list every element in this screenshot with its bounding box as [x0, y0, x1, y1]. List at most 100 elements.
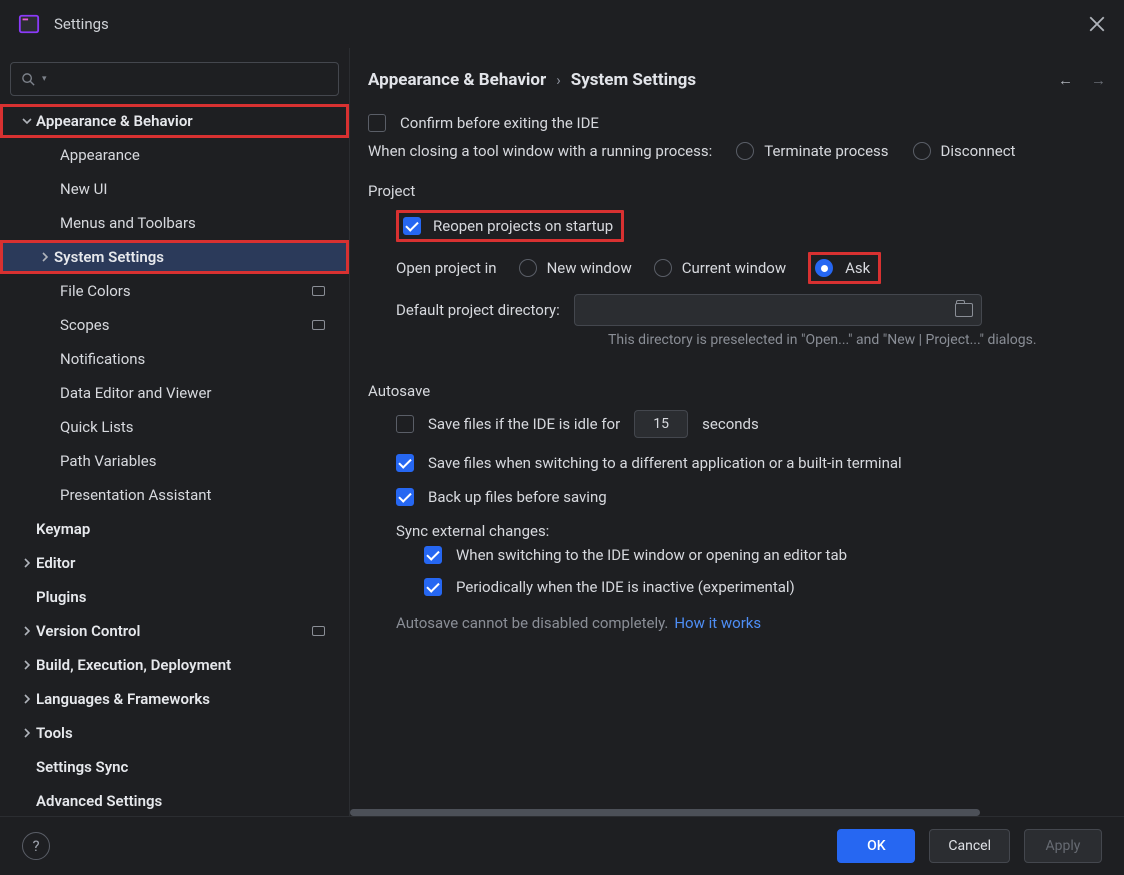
- tree-item-tools[interactable]: Tools: [0, 716, 349, 750]
- sync-periodic-label: Periodically when the IDE is inactive (e…: [456, 578, 795, 596]
- tree-item-scopes[interactable]: Scopes: [0, 308, 349, 342]
- tree-item-presentation-assistant[interactable]: Presentation Assistant: [0, 478, 349, 512]
- confirm-exit-label: Confirm before exiting the IDE: [400, 114, 599, 132]
- tree-item-label: Tools: [36, 724, 73, 742]
- reopen-label: Reopen projects on startup: [433, 217, 613, 235]
- closing-prompt-label: When closing a tool window with a runnin…: [368, 142, 712, 160]
- search-box[interactable]: ▾: [10, 62, 339, 96]
- tree-item-label: Editor: [36, 554, 75, 572]
- tree-item-languages-frameworks[interactable]: Languages & Frameworks: [0, 682, 349, 716]
- sync-switch-checkbox[interactable]: [424, 546, 442, 564]
- chevron-down-icon: [22, 116, 32, 126]
- backup-label: Back up files before saving: [428, 488, 607, 506]
- horizontal-scrollbar[interactable]: [350, 809, 1124, 816]
- tree-item-appearance-behavior[interactable]: Appearance & Behavior: [0, 104, 349, 138]
- breadcrumb-leaf: System Settings: [571, 70, 696, 90]
- chevron-right-icon: [40, 252, 50, 262]
- tree-item-settings-sync[interactable]: Settings Sync: [0, 750, 349, 784]
- disconnect-label: Disconnect: [941, 142, 1016, 160]
- sync-periodic-checkbox[interactable]: [424, 578, 442, 596]
- current-window-radio[interactable]: [654, 259, 672, 277]
- backup-row[interactable]: Back up files before saving: [368, 488, 1124, 506]
- tree-item-advanced-settings[interactable]: Advanced Settings: [0, 784, 349, 816]
- confirm-exit-row[interactable]: Confirm before exiting the IDE: [368, 114, 1124, 132]
- tree-item-label: Presentation Assistant: [60, 486, 211, 504]
- ask-radio[interactable]: [815, 259, 833, 277]
- tree-item-label: Notifications: [60, 350, 145, 368]
- tree-item-label: File Colors: [60, 282, 131, 300]
- tree-item-label: Settings Sync: [36, 758, 128, 776]
- save-idle-row[interactable]: Save files if the IDE is idle for 15 sec…: [368, 410, 1124, 438]
- sync-switch-label: When switching to the IDE window or open…: [456, 546, 847, 564]
- tree-item-label: New UI: [60, 180, 107, 198]
- tree-item-version-control[interactable]: Version Control: [0, 614, 349, 648]
- tree-item-data-editor-and-viewer[interactable]: Data Editor and Viewer: [0, 376, 349, 410]
- tree-item-label: Plugins: [36, 588, 86, 606]
- search-input[interactable]: [53, 70, 328, 88]
- app-logo-icon: [18, 13, 40, 35]
- settings-content: Confirm before exiting the IDE When clos…: [350, 102, 1124, 816]
- confirm-exit-checkbox[interactable]: [368, 114, 386, 132]
- default-dir-label: Default project directory:: [396, 301, 560, 319]
- tree-item-quick-lists[interactable]: Quick Lists: [0, 410, 349, 444]
- backup-checkbox[interactable]: [396, 488, 414, 506]
- search-icon: [21, 72, 36, 87]
- tree-item-label: Data Editor and Viewer: [60, 384, 212, 402]
- save-switch-row[interactable]: Save files when switching to a different…: [368, 454, 1124, 472]
- cancel-button[interactable]: Cancel: [929, 829, 1010, 863]
- chevron-right-icon: [22, 558, 32, 568]
- tree-item-label: Appearance: [60, 146, 140, 164]
- open-in-label: Open project in: [396, 259, 497, 277]
- project-scope-icon: [312, 286, 325, 296]
- tree-item-menus-and-toolbars[interactable]: Menus and Toolbars: [0, 206, 349, 240]
- save-idle-checkbox[interactable]: [396, 415, 414, 433]
- how-it-works-link[interactable]: How it works: [674, 614, 761, 632]
- save-switch-checkbox[interactable]: [396, 454, 414, 472]
- dialog-footer: ? OK Cancel Apply: [0, 816, 1124, 875]
- tree-item-new-ui[interactable]: New UI: [0, 172, 349, 206]
- tree-item-label: Path Variables: [60, 452, 156, 470]
- settings-sidebar: ▾ Appearance & Behavior Appearance New UI M…: [0, 48, 350, 816]
- sync-switch-row[interactable]: When switching to the IDE window or open…: [368, 546, 1124, 564]
- tree-item-keymap[interactable]: Keymap: [0, 512, 349, 546]
- tree-item-build-execution-deployment[interactable]: Build, Execution, Deployment: [0, 648, 349, 682]
- tree-item-system-settings[interactable]: System Settings: [0, 240, 349, 274]
- apply-button[interactable]: Apply: [1024, 829, 1102, 863]
- window-title: Settings: [54, 15, 109, 33]
- search-dropdown-icon: ▾: [42, 74, 47, 84]
- autosave-note: Autosave cannot be disabled completely.: [396, 614, 668, 632]
- disconnect-radio[interactable]: [913, 142, 931, 160]
- breadcrumb-root[interactable]: Appearance & Behavior: [368, 70, 546, 90]
- tree-item-label: Languages & Frameworks: [36, 690, 210, 708]
- tree-item-label: Appearance & Behavior: [36, 112, 193, 130]
- terminate-radio[interactable]: [736, 142, 754, 160]
- nav-back-icon[interactable]: ←: [1058, 71, 1073, 89]
- tree-item-file-colors[interactable]: File Colors: [0, 274, 349, 308]
- ok-button[interactable]: OK: [837, 829, 915, 863]
- tree-item-plugins[interactable]: Plugins: [0, 580, 349, 614]
- default-dir-hint: This directory is preselected in "Open..…: [608, 332, 1124, 348]
- save-idle-label: Save files if the IDE is idle for: [428, 415, 620, 433]
- titlebar: Settings: [0, 0, 1124, 48]
- ask-label: Ask: [845, 259, 870, 277]
- sync-label: Sync external changes:: [396, 522, 549, 540]
- project-scope-icon: [312, 626, 325, 636]
- reopen-checkbox[interactable]: [403, 217, 421, 235]
- idle-seconds-input[interactable]: 15: [634, 410, 688, 438]
- save-switch-label: Save files when switching to a different…: [428, 454, 902, 472]
- help-button[interactable]: ?: [22, 832, 50, 860]
- close-icon[interactable]: [1088, 15, 1106, 33]
- tree-item-label: Version Control: [36, 622, 140, 640]
- nav-forward-icon: →: [1091, 71, 1106, 89]
- reopen-highlight: Reopen projects on startup: [396, 210, 624, 242]
- new-window-radio[interactable]: [519, 259, 537, 277]
- tree-item-notifications[interactable]: Notifications: [0, 342, 349, 376]
- tree-item-path-variables[interactable]: Path Variables: [0, 444, 349, 478]
- tree-item-editor[interactable]: Editor: [0, 546, 349, 580]
- tree-item-appearance[interactable]: Appearance: [0, 138, 349, 172]
- default-dir-input[interactable]: [574, 294, 982, 326]
- folder-icon[interactable]: [955, 303, 973, 317]
- chevron-right-icon: [22, 660, 32, 670]
- ask-highlight: Ask: [808, 252, 881, 284]
- sync-periodic-row[interactable]: Periodically when the IDE is inactive (e…: [368, 578, 1124, 596]
